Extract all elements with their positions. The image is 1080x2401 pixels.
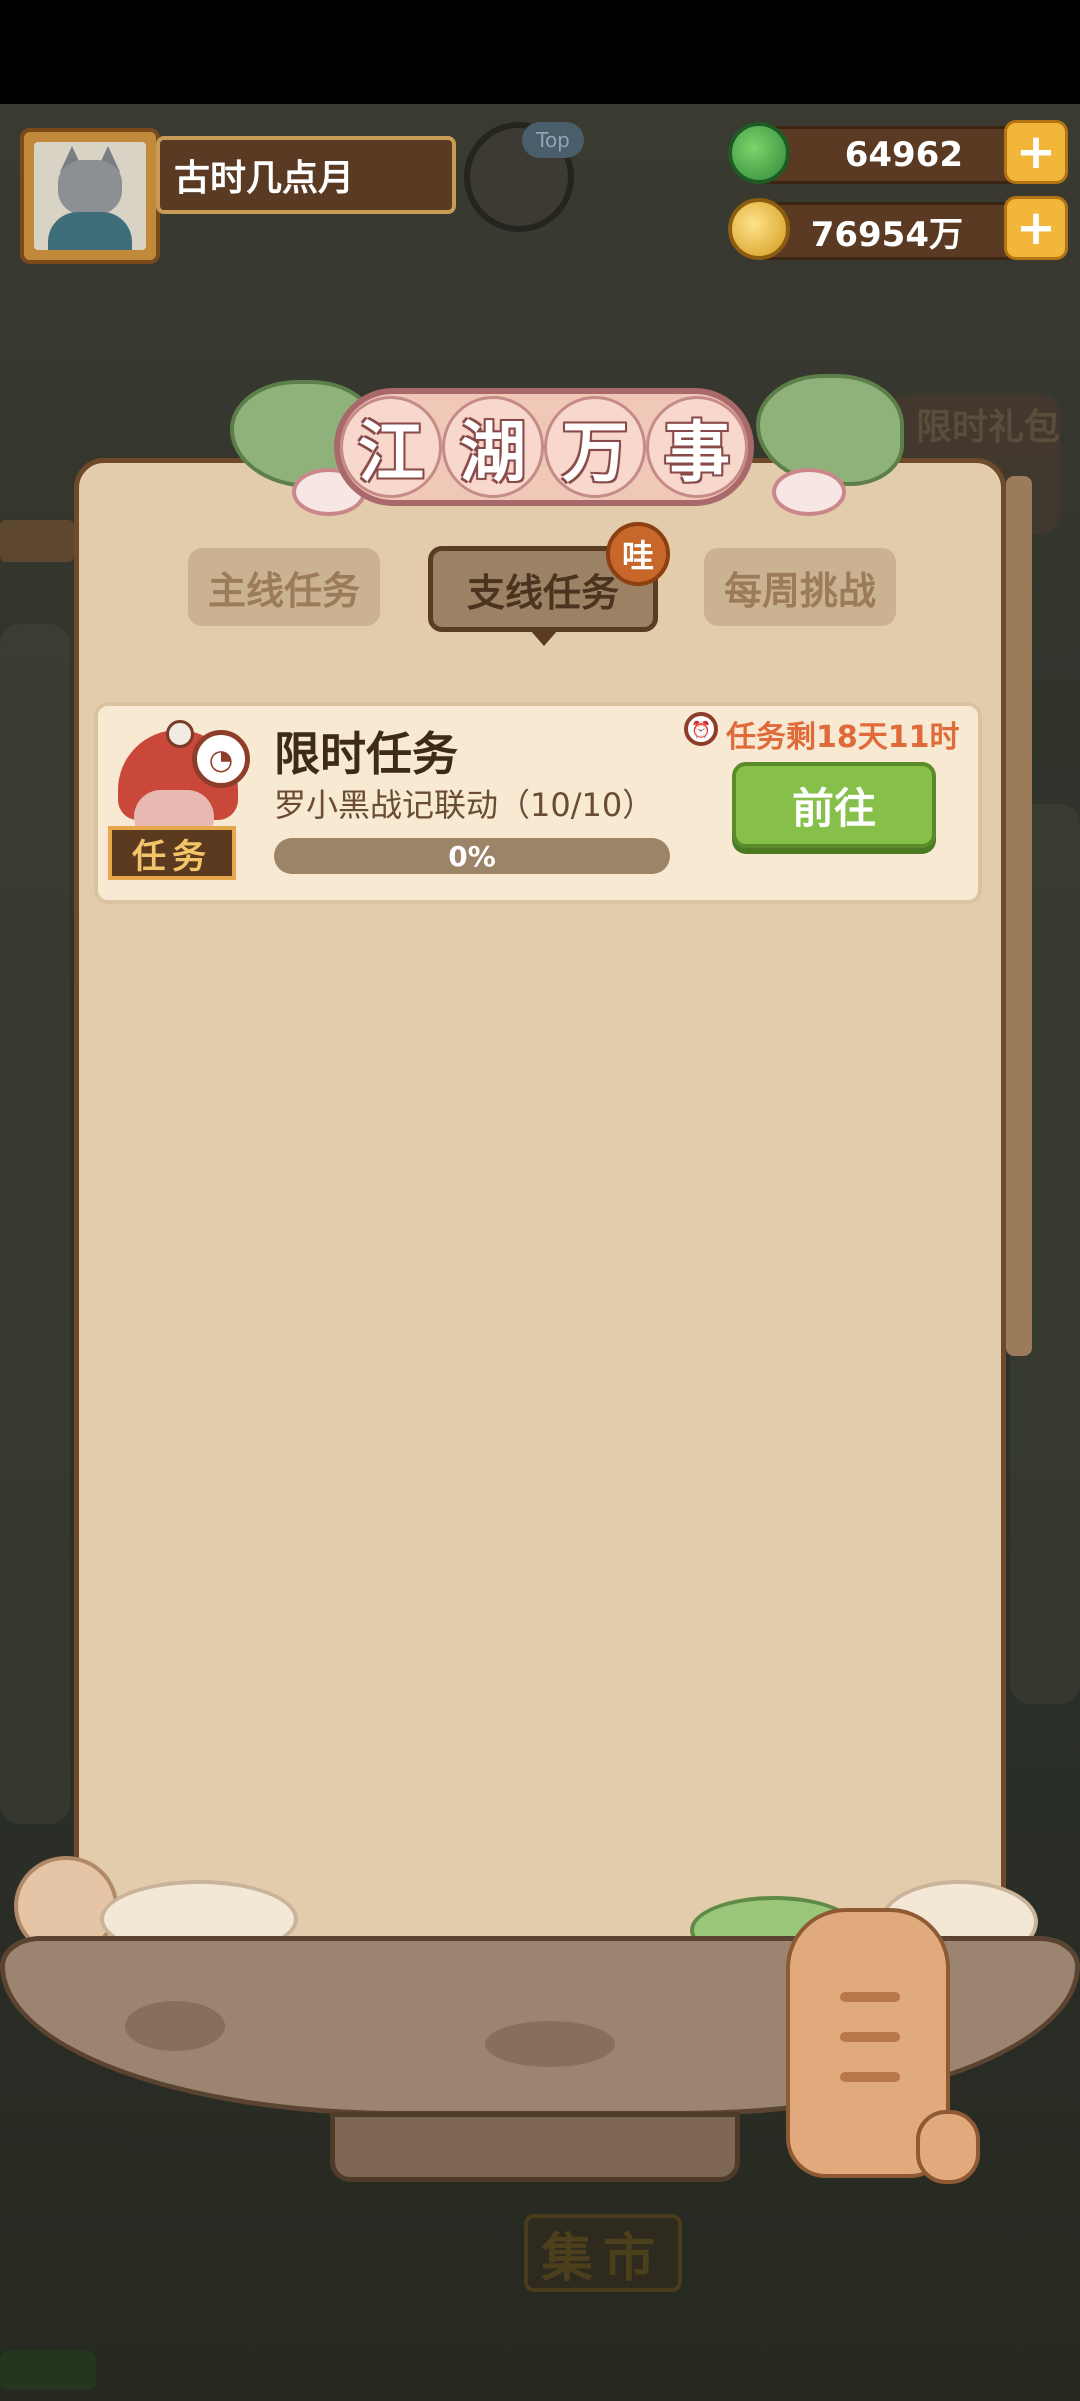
task-progress-text: 0% [448,839,496,873]
scroll-roller-left [0,520,74,562]
bowl-base [330,2112,740,2182]
gold-currency-value: 76954万 [810,214,963,255]
panel-title: 江 湖 万 事 [334,388,754,506]
go-button[interactable]: 前往 [732,762,936,848]
gold-coin-icon [728,198,790,260]
bowl-spot [485,2021,615,2067]
bottom-left-toggle[interactable] [0,2350,96,2390]
title-char: 湖 [442,396,544,498]
task-title: 限时任务 [274,727,458,781]
status-bar [0,0,1080,104]
active-tab-pointer [530,630,558,646]
task-timer: 任务剩18天11时 [726,720,960,755]
task-panel [74,458,1006,1948]
limited-gift-label[interactable]: 限时礼包 [916,398,1060,450]
task-tag: 任务 [108,826,236,880]
alarm-clock-icon: ⏰ [684,712,718,746]
title-char: 万 [544,396,646,498]
add-gold-button[interactable]: + [1004,196,1068,260]
market-button[interactable]: 集市 [524,2214,682,2292]
scroll-roller-right [1006,476,1032,1356]
task-description: 罗小黑战记联动（10/10） [274,786,655,824]
swirl-decoration-right [772,468,846,516]
cat-paw [916,2110,980,2184]
title-char: 江 [340,396,442,498]
jade-currency-value: 64962 [844,135,963,175]
task-icon: ◔ 任务 [98,720,258,890]
player-name[interactable]: 古时几点月 [156,136,456,214]
bowl-spot [125,2001,225,2051]
player-avatar[interactable] [20,128,160,264]
task-progress-bar: 0% [274,838,670,874]
tab-notification-badge: 哇 [606,522,670,586]
jade-coin-icon [728,122,790,184]
tab-main-quest[interactable]: 主线任务 [188,548,380,626]
top-badge: Top [522,122,584,158]
wolf-avatar-icon [34,142,146,250]
add-jade-button[interactable]: + [1004,120,1068,184]
title-char: 事 [646,396,748,498]
clock-icon: ◔ [192,730,250,788]
tab-weekly-challenge[interactable]: 每周挑战 [704,548,896,626]
background-building-left [0,624,70,1824]
